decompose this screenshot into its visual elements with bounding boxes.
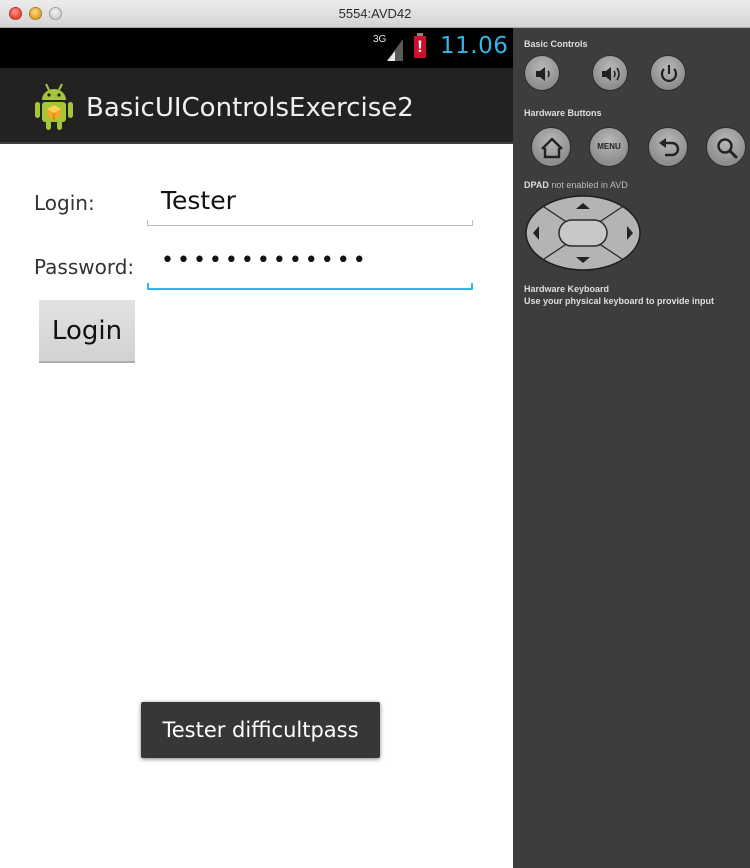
android-app-icon [34, 80, 74, 132]
network-type: 3G [373, 34, 387, 45]
window-title: 5554:AVD42 [338, 6, 412, 21]
login-field[interactable]: Tester [147, 178, 473, 226]
login-button[interactable]: Login [39, 300, 135, 363]
window-titlebar: 5554:AVD42 [0, 0, 750, 28]
password-value: ••••••••••••• [161, 248, 369, 273]
volume-down-icon[interactable] [524, 55, 560, 91]
hardware-buttons-label: Hardware Buttons [524, 108, 602, 118]
power-icon[interactable] [650, 55, 686, 91]
status-clock: 11.06 [440, 33, 509, 59]
hardware-keyboard-hint: Use your physical keyboard to provide in… [524, 296, 715, 306]
device-screen: 3G ! 11.06 BasicUIControlsExercise2 Logi… [0, 28, 513, 868]
search-icon[interactable] [706, 127, 746, 167]
signal-icon: 3G [373, 34, 409, 62]
back-icon[interactable] [648, 127, 688, 167]
app-title: BasicUIControlsExercise2 [86, 93, 414, 123]
emulator-control-panel: Basic Controls Hardware Buttons MENU DPA… [513, 28, 750, 868]
login-value: Tester [161, 186, 236, 215]
password-label: Password: [34, 255, 135, 279]
basic-controls-label: Basic Controls [524, 39, 588, 49]
status-bar: 3G ! 11.06 [0, 28, 513, 68]
volume-up-icon[interactable] [592, 55, 628, 91]
menu-icon[interactable]: MENU [589, 127, 629, 167]
dpad-control[interactable] [524, 194, 642, 272]
toast-message: Tester difficultpass [141, 702, 380, 758]
battery-icon: ! [414, 33, 426, 58]
hardware-keyboard-label: Hardware Keyboard [524, 284, 610, 294]
home-icon[interactable] [531, 127, 571, 167]
password-field[interactable]: ••••••••••••• [147, 246, 473, 290]
dpad-label: DPAD not enabled in AVD [524, 180, 628, 190]
action-bar: BasicUIControlsExercise2 [0, 68, 513, 144]
login-label: Login: [34, 191, 95, 215]
